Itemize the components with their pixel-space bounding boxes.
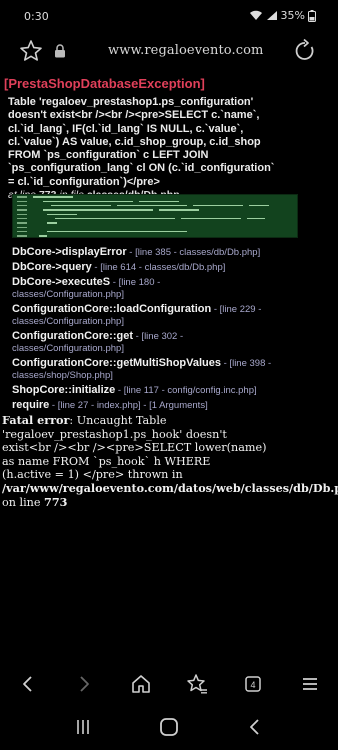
exception-message-line: FROM `ps_configuration` c LEFT JOIN xyxy=(8,149,209,162)
trace-item: ConfigurationCore::getMultiShopValues - … xyxy=(12,357,272,381)
trace-item: require - [line 27 - index.php] - [1 Arg… xyxy=(12,399,208,411)
status-time: 0:30 xyxy=(24,10,49,23)
stack-trace: DbCore->displayError - [line 385 - class… xyxy=(12,246,334,414)
back-button[interactable] xyxy=(14,670,42,698)
exception-message-line: = cl.`id_configuration`)</pre> xyxy=(8,175,160,188)
system-home-icon[interactable] xyxy=(158,716,180,738)
battery-icon xyxy=(308,9,316,22)
forward-arrow-icon xyxy=(80,676,90,692)
back-arrow-icon xyxy=(23,676,32,692)
menu-button[interactable] xyxy=(296,670,324,698)
fatal-line-number: 773 xyxy=(44,494,68,509)
exception-title: [PrestaShopDatabaseException] xyxy=(4,76,205,91)
forward-button[interactable] xyxy=(70,670,98,698)
trace-item: DbCore->executeS - [line 180 - classes/Co… xyxy=(12,276,161,300)
signal-icon xyxy=(266,11,277,20)
exception-message-line: cl.`id_lang`, IF(cl.`id_lang` IS NULL, c… xyxy=(8,122,244,135)
lock-icon xyxy=(55,44,65,58)
status-bar: 0:30 35% xyxy=(0,0,338,34)
battery-percent: 35% xyxy=(280,9,305,22)
tabs-icon: 4 xyxy=(245,676,262,692)
fatal-error-message: Fatal error: Uncaught Table 'regaloev_pr… xyxy=(2,413,338,509)
trace-item: ConfigurationCore::get - [line 302 - clas… xyxy=(12,330,184,354)
reload-icon[interactable] xyxy=(292,38,318,64)
system-back-icon[interactable] xyxy=(245,717,265,737)
home-icon xyxy=(132,675,150,693)
exception-message-line: Table 'regaloev_prestashop1.ps_configura… xyxy=(8,96,254,108)
recent-apps-icon[interactable] xyxy=(73,717,93,737)
home-button[interactable] xyxy=(127,670,155,698)
bookmark-star-list-icon xyxy=(187,674,208,694)
trace-item: ShopCore::initialize - [line 117 - confi… xyxy=(12,384,257,396)
bookmark-star-icon[interactable] xyxy=(18,38,44,64)
url-text[interactable]: www.regaloevento.com xyxy=(108,43,263,58)
web-page-content: [PrestaShopDatabaseException] Table 'reg… xyxy=(0,70,338,664)
trace-item: DbCore->displayError - [line 385 - class… xyxy=(12,246,261,258)
trace-item: DbCore->query - [line 614 - classes/db/D… xyxy=(12,261,226,273)
source-code-snippet xyxy=(12,194,298,238)
fatal-error-path: /var/www/regaloevento.com/datos/web/clas… xyxy=(2,480,338,495)
system-nav-bar xyxy=(0,704,338,750)
exception-message-line: doesn't exist<br /><br /><pre>SELECT c.`… xyxy=(8,109,260,122)
wifi-icon xyxy=(249,10,262,20)
status-icons: 35% xyxy=(249,9,316,22)
bookmarks-button[interactable] xyxy=(183,670,211,698)
exception-message-line: `ps_configuration_lang` cl ON (c.`id_con… xyxy=(8,162,275,175)
trace-item: ConfigurationCore::loadConfiguration - [… xyxy=(12,303,262,327)
fatal-error-label: Fatal error xyxy=(2,413,70,427)
tabs-count: 4 xyxy=(251,680,256,690)
exception-message-line: cl.`value`) AS value, c.id_shop_group, c… xyxy=(8,135,261,148)
exception-message: Table 'regaloev_prestashop1.ps_configura… xyxy=(8,96,334,202)
address-bar: www.regaloevento.com xyxy=(0,34,338,70)
browser-bottom-nav: 4 xyxy=(0,664,338,704)
tabs-button[interactable]: 4 xyxy=(239,670,267,698)
hamburger-menu-icon xyxy=(302,678,317,690)
